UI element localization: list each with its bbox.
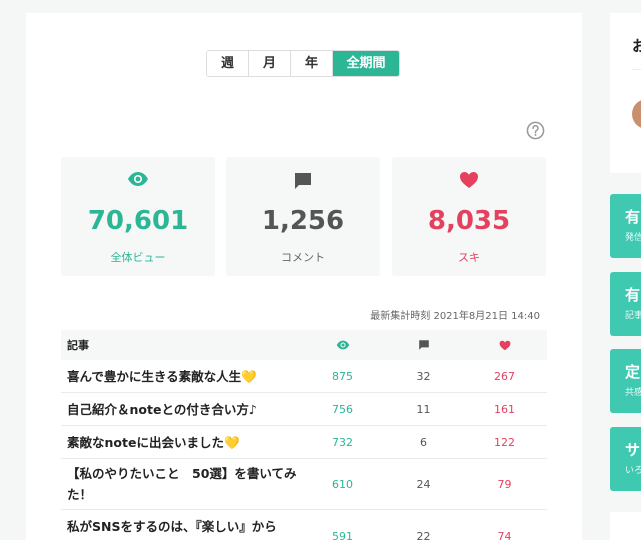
heart-icon (460, 172, 478, 188)
divider (632, 69, 641, 70)
sidebar-card-bottom (610, 512, 641, 540)
views-count: 70,601 (87, 206, 189, 236)
article-title[interactable]: 私がSNSをするのは、『楽しい』から (61, 516, 302, 537)
comment-icon (295, 173, 311, 189)
article-comments: 32 (416, 369, 431, 383)
sidebar-button-title: 定 (625, 363, 641, 381)
comments-label: コメント (281, 251, 325, 264)
column-title: 記事 (67, 338, 89, 352)
table-row[interactable]: 【私のやりたいこと 50選】を書いてみた！ 610 24 79 (61, 459, 547, 510)
article-views: 610 (332, 477, 353, 491)
sidebar-button-sub: 記事 (625, 311, 641, 321)
tab-week[interactable]: 週 (207, 51, 249, 76)
article-likes: 74 (497, 530, 512, 540)
sidebar-card-heading: お (632, 37, 641, 55)
article-likes: 122 (494, 435, 515, 449)
table-row[interactable]: 自己紹介＆noteとの付き合い方♪ 756 11 161 (61, 393, 547, 426)
likes-label: スキ (458, 251, 480, 264)
sidebar-button-3[interactable]: 定 共感 (610, 349, 641, 413)
sidebar-button-sub: いろ (625, 466, 641, 476)
sidebar-button-title: 有 (625, 286, 641, 304)
comment-icon (418, 340, 429, 350)
eye-icon (336, 340, 349, 350)
article-views: 756 (332, 402, 353, 416)
article-views: 732 (332, 435, 353, 449)
column-views (302, 340, 383, 350)
sidebar-button-title: 有 (625, 208, 641, 226)
likes-count: 8,035 (427, 206, 511, 236)
stats-panel: 週 月 年 全期間 70,601 全体ビュー 1,256 コメント 8,035 … (26, 13, 582, 540)
article-likes: 267 (494, 369, 515, 383)
sidebar-button-1[interactable]: 有 発信 (610, 194, 641, 258)
comments-stat: 1,256 コメント (226, 157, 380, 276)
views-stat: 70,601 全体ビュー (61, 157, 215, 276)
article-views: 591 (332, 530, 353, 540)
help-icon[interactable] (526, 121, 545, 140)
article-comments: 22 (416, 530, 431, 540)
tab-month[interactable]: 月 (249, 51, 291, 76)
sidebar-button-sub: 共感 (625, 388, 641, 398)
sidebar-button-sub: 発信 (625, 233, 641, 243)
table-row[interactable]: 喜んで豊かに生きる素敵な人生💛 875 32 267 (61, 360, 547, 393)
article-title[interactable]: 自己紹介＆noteとの付き合い方♪ (61, 399, 302, 420)
article-title[interactable]: 【私のやりたいこと 50選】を書いてみた！ (61, 463, 302, 505)
article-views: 875 (332, 369, 353, 383)
views-label: 全体ビュー (110, 251, 166, 264)
sidebar-button-4[interactable]: サ いろ (610, 427, 641, 491)
avatar[interactable] (632, 99, 641, 129)
article-likes: 79 (497, 477, 512, 491)
period-tabs: 週 月 年 全期間 (206, 50, 400, 77)
likes-stat: 8,035 スキ (392, 157, 546, 276)
article-title[interactable]: 喜んで豊かに生きる素敵な人生💛 (61, 366, 302, 387)
sidebar-button-2[interactable]: 有 記事 (610, 272, 641, 336)
comments-count: 1,256 (261, 206, 345, 236)
article-comments: 24 (416, 477, 431, 491)
article-likes: 161 (494, 402, 515, 416)
eye-icon (128, 172, 148, 186)
last-updated: 最新集計時刻 2021年8月21日 14:40 (370, 311, 540, 322)
tab-all-time[interactable]: 全期間 (333, 51, 399, 76)
table-row[interactable]: 私がSNSをするのは、『楽しい』から 591 22 74 (61, 510, 547, 540)
table-header: 記事 (61, 330, 547, 360)
table-row[interactable]: 素敵なnoteに出会いました💛 732 6 122 (61, 426, 547, 459)
tab-year[interactable]: 年 (291, 51, 333, 76)
article-comments: 11 (416, 402, 431, 416)
heart-icon (499, 340, 510, 350)
articles-table: 記事 喜んで豊かに生きる素敵な人生💛 875 32 267 自己紹介＆noteと… (61, 330, 547, 540)
article-title[interactable]: 素敵なnoteに出会いました💛 (61, 432, 302, 453)
column-likes (464, 340, 545, 351)
sidebar-button-title: サ (625, 441, 641, 459)
sidebar-profile-card: お (610, 13, 641, 173)
article-comments: 6 (420, 435, 427, 449)
column-comments (383, 339, 464, 351)
